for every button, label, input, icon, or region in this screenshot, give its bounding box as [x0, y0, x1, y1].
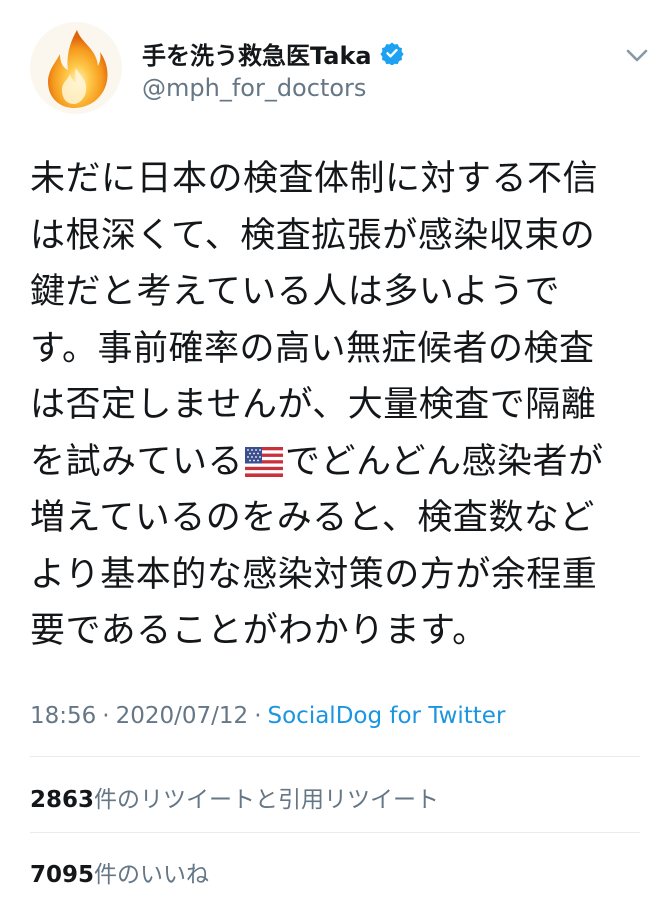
retweet-stat[interactable]: 2863件のリツイートと引用リツイート: [30, 780, 439, 814]
name-row: 手を洗う救急医Taka: [142, 36, 404, 70]
like-count: 7095: [30, 862, 95, 888]
divider: [30, 756, 640, 757]
avatar[interactable]: [30, 22, 122, 114]
like-label: 件のいいね: [94, 862, 210, 888]
tweet-line: 要であることがわかります。: [30, 611, 488, 651]
tweet-source-link[interactable]: SocialDog for Twitter: [268, 703, 506, 729]
user-handle[interactable]: @mph_for_doctors: [142, 74, 366, 102]
tweet-line: より基本的な感染対策の方が余程重: [30, 554, 598, 595]
like-stat[interactable]: 7095件のいいね: [30, 855, 209, 889]
flame-avatar-icon: [48, 30, 108, 108]
tweet-text: 未だに日本の検査体制に対する不信 は根深くて、検査拡張が感染収束の 鍵だと考えて…: [30, 151, 642, 660]
tweet-line: 未だに日本の検査体制に対する不信: [30, 159, 599, 199]
meta-separator: ·: [102, 703, 110, 729]
tweet-line: 鍵だと考えている人は多いようで: [30, 272, 561, 312]
us-flag-icon: [245, 446, 284, 477]
tweet-header: 手を洗う救急医Taka @mph_for_doctors: [30, 22, 650, 122]
tweet-line: は根深くて、検査拡張が感染収束の: [30, 215, 596, 256]
retweet-count: 2863: [30, 787, 95, 813]
tweet-line-part: でどんどん感染者が: [285, 441, 604, 482]
meta-separator: ·: [254, 703, 262, 729]
display-name[interactable]: 手を洗う救急医Taka: [142, 36, 372, 71]
tweet-line-with-flag: を試みている でどんどん感染者が: [30, 434, 642, 491]
verified-badge-icon: [380, 42, 404, 65]
tweet-line: す。事前確率の高い無症候者の検査: [30, 328, 595, 369]
tweet-line-part: を試みている: [30, 441, 244, 482]
tweet-card: 手を洗う救急医Taka @mph_for_doctors 未だに日本の検査体制に…: [0, 0, 660, 900]
tweet-meta: 18:56 · 2020/07/12 · SocialDog for Twitter: [30, 703, 505, 729]
tweet-date[interactable]: 2020/07/12: [116, 703, 249, 729]
retweet-label: 件のリツイートと引用リツイート: [94, 787, 440, 813]
tweet-line: 増えているのをみると、検査数など: [30, 498, 595, 538]
tweet-line: は否定しませんが、大量検査で隔離: [30, 385, 597, 425]
chevron-down-icon[interactable]: [622, 40, 652, 70]
divider: [30, 832, 640, 833]
tweet-time[interactable]: 18:56: [30, 703, 96, 729]
